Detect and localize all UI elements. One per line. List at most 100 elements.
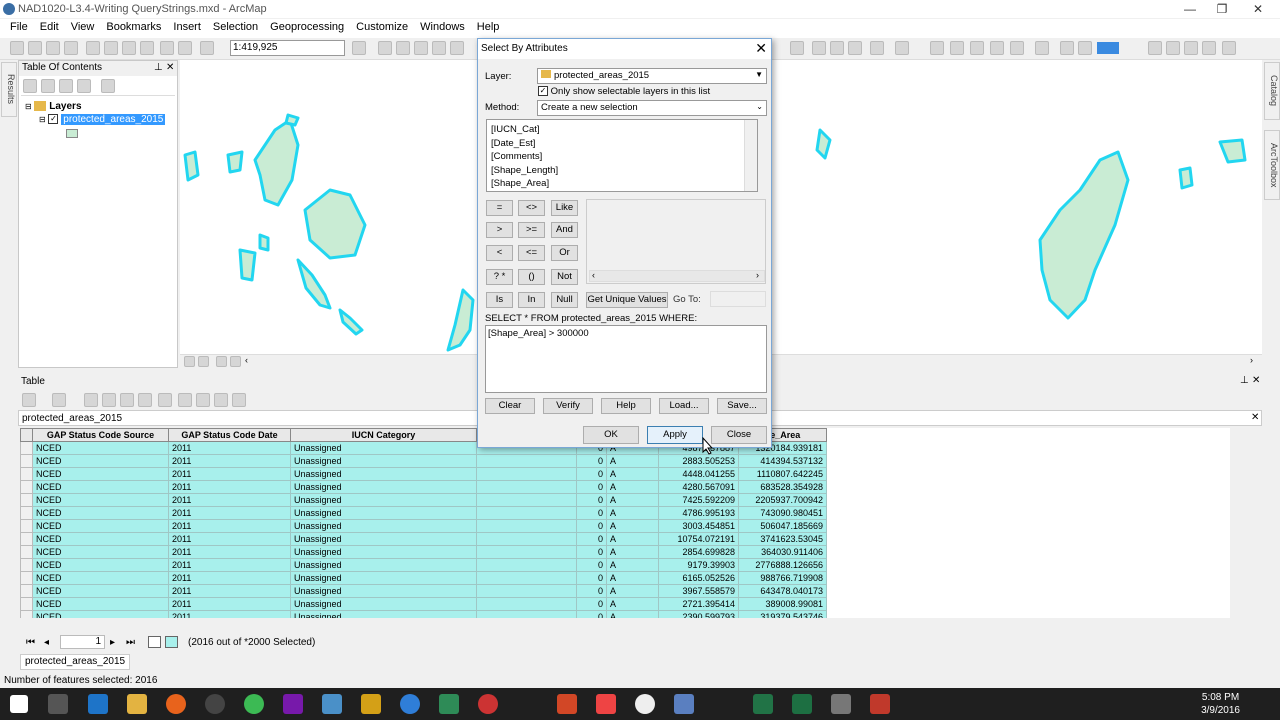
menu-help[interactable]: Help	[471, 19, 506, 38]
table-cell[interactable]: 10754.072191	[658, 532, 739, 546]
only-selectable-option[interactable]: ✓ Only show selectable layers in this li…	[538, 86, 710, 97]
refresh-icon[interactable]	[216, 356, 227, 367]
notepad-plus-icon[interactable]	[439, 694, 459, 714]
onenote-icon[interactable]	[283, 694, 303, 714]
table-cell[interactable]: 2011	[168, 441, 291, 455]
and-button[interactable]: And	[551, 222, 578, 238]
table-cell[interactable]: NCED	[32, 467, 169, 481]
table-cell[interactable]: 0	[576, 610, 607, 618]
table-cell[interactable]: 2011	[168, 532, 291, 546]
media-app-icon[interactable]	[478, 694, 498, 714]
table-cell[interactable]: 2011	[168, 571, 291, 585]
table-pin-icon[interactable]: ⊥	[1240, 375, 1249, 386]
table-cell[interactable]: 0	[576, 532, 607, 546]
system-clock[interactable]: 5:08 PM 3/9/2016	[1201, 691, 1240, 717]
table-cell[interactable]: NCED	[32, 597, 169, 611]
table-cell[interactable]	[476, 571, 577, 585]
paste-icon[interactable]	[122, 41, 136, 55]
expand-toggle-icon[interactable]: ⊟	[25, 102, 32, 111]
cortana-icon[interactable]	[635, 694, 655, 714]
table-cell[interactable]: Unassigned	[290, 441, 477, 455]
less-than-button[interactable]: <	[486, 245, 513, 261]
table-cell[interactable]: 3967.558579	[658, 584, 739, 598]
table-cell[interactable]: Unassigned	[290, 519, 477, 533]
or-button[interactable]: Or	[551, 245, 578, 261]
menu-geoprocessing[interactable]: Geoprocessing	[264, 19, 350, 38]
table-cell[interactable]: A	[606, 493, 659, 507]
add-data-icon[interactable]	[200, 41, 214, 55]
layer-symbol-swatch[interactable]	[66, 129, 78, 138]
table-cell[interactable]	[476, 454, 577, 468]
table-cell[interactable]	[476, 480, 577, 494]
row-selector[interactable]	[20, 506, 33, 520]
snap-point-icon[interactable]	[950, 41, 964, 55]
table-cell[interactable]: NCED	[32, 493, 169, 507]
file-explorer-icon[interactable]	[127, 694, 147, 714]
values-horizontal-scrollbar[interactable]: ‹ ›	[589, 270, 765, 282]
editor-toolbar-icon[interactable]	[352, 41, 366, 55]
column-header[interactable]: GAP Status Code Date	[168, 428, 291, 442]
clear-selection-icon[interactable]	[120, 393, 134, 407]
go-to-xy-icon[interactable]	[830, 41, 844, 55]
layer-visibility-checkbox[interactable]: ✓	[48, 114, 59, 125]
not-button[interactable]: Not	[551, 269, 578, 285]
related-tables-icon[interactable]	[52, 393, 66, 407]
tools-app-icon[interactable]	[831, 694, 851, 714]
undo-icon[interactable]	[160, 41, 174, 55]
snap-end-icon[interactable]	[970, 41, 984, 55]
row-selector[interactable]	[20, 545, 33, 559]
table-cell[interactable]: 2205937.700942	[738, 493, 827, 507]
minimize-button[interactable]: —	[1175, 2, 1205, 16]
table-cell[interactable]: A	[606, 610, 659, 618]
row-selector[interactable]	[20, 610, 33, 618]
table-cell[interactable]	[476, 519, 577, 533]
chrome-icon[interactable]	[244, 694, 264, 714]
table-cell[interactable]: 2011	[168, 480, 291, 494]
table-cell[interactable]: NCED	[32, 506, 169, 520]
save-icon[interactable]	[46, 41, 60, 55]
switch-selection-icon[interactable]	[102, 393, 116, 407]
toc-window-icon[interactable]	[378, 41, 392, 55]
row-selector[interactable]	[20, 493, 33, 507]
delete-selected-icon[interactable]	[158, 393, 172, 407]
table-cell[interactable]: 2011	[168, 610, 291, 618]
arcmap-taskbar-icon[interactable]	[322, 694, 342, 714]
table-cell[interactable]: 4786.995193	[658, 506, 739, 520]
table-cell[interactable]	[476, 493, 577, 507]
table-cell[interactable]: Unassigned	[290, 467, 477, 481]
row-selector[interactable]	[20, 519, 33, 533]
results-side-tab[interactable]: Results	[1, 62, 17, 117]
powerpoint-icon[interactable]	[557, 694, 577, 714]
get-unique-values-button[interactable]: Get Unique Values	[586, 292, 668, 308]
table-cell[interactable]: Unassigned	[290, 493, 477, 507]
layout-view-icon[interactable]	[1166, 41, 1180, 55]
table-cell[interactable]: NCED	[32, 571, 169, 585]
table-cell[interactable]: A	[606, 558, 659, 572]
show-all-records-icon[interactable]	[148, 636, 161, 648]
scroll-right-icon[interactable]: ›	[756, 270, 759, 280]
only-selectable-checkbox[interactable]: ✓	[538, 86, 548, 97]
table-cell[interactable]: A	[606, 545, 659, 559]
row-selector[interactable]	[20, 441, 33, 455]
binoculars-find-icon[interactable]	[812, 41, 826, 55]
table-cell[interactable]: 9179.39903	[658, 558, 739, 572]
apply-button[interactable]: Apply	[647, 426, 703, 444]
layer-dropdown[interactable]: protected_areas_2015 ▼	[537, 68, 767, 84]
close-button[interactable]: Close	[711, 426, 767, 444]
table-cell[interactable]: 2776888.126656	[738, 558, 827, 572]
recorder-icon[interactable]	[596, 694, 616, 714]
not-equal-button[interactable]: <>	[518, 200, 545, 216]
table-cell[interactable]: NCED	[32, 610, 169, 618]
table-cell[interactable]: A	[606, 571, 659, 585]
table-view-icon[interactable]	[1148, 41, 1162, 55]
table-cell[interactable]: 2390.599793	[658, 610, 739, 618]
table-row[interactable]: NCED 2011 Unassigned 0 A 3003.454851 506047.18…	[20, 519, 827, 533]
table-cell[interactable]: A	[606, 480, 659, 494]
table-cell[interactable]: 319379.543746	[738, 610, 827, 618]
html-popup-icon[interactable]	[895, 41, 909, 55]
table-tab-close-icon[interactable]: ✕	[1251, 412, 1259, 423]
table-cell[interactable]: 6165.052526	[658, 571, 739, 585]
table-cell[interactable]	[476, 610, 577, 618]
table-cell[interactable]: 2011	[168, 454, 291, 468]
table-row[interactable]: NCED 2011 Unassigned 0 A 2883.505253 414394.53…	[20, 454, 827, 468]
